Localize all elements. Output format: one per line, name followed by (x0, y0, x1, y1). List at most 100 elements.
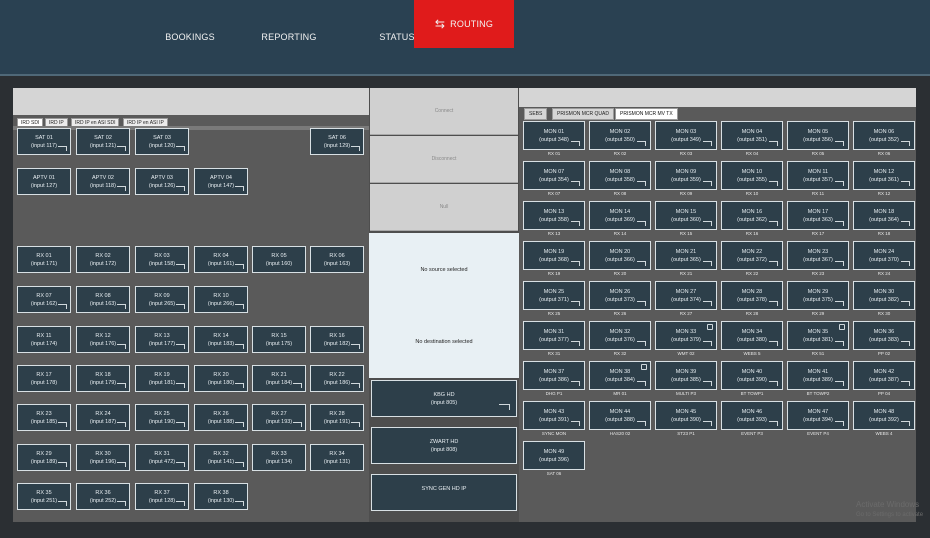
source-tile[interactable]: RX 18 (input 179) (76, 365, 130, 392)
source-tile[interactable]: APTV 03 (input 126) (135, 168, 189, 195)
disconnect-button[interactable]: Disconnect (370, 136, 518, 183)
source-tile[interactable]: RX 09 (input 265) (135, 286, 189, 313)
destination-tile[interactable]: MON 27 (output 374) (655, 281, 717, 310)
nav-bookings[interactable]: BOOKINGS (155, 0, 225, 74)
source-tile[interactable]: RX 05 (input 160) (252, 246, 306, 273)
destination-tile[interactable]: MON 48 (output 392) (853, 401, 915, 430)
destination-tile[interactable]: MON 23 (output 367) (787, 241, 849, 270)
source-tile[interactable]: RX 15 (input 175) (252, 326, 306, 353)
destination-tile[interactable]: MON 08 (output 358) (589, 161, 651, 190)
source-tile[interactable]: RX 07 (input 162) (17, 286, 71, 313)
source-tile[interactable]: RX 16 (input 182) (310, 326, 364, 353)
destination-tile[interactable]: MON 40 (output 390) (721, 361, 783, 390)
source-tile[interactable]: APTV 02 (input 118) (76, 168, 130, 195)
source-tile[interactable]: SAT 01 (input 117) (17, 128, 71, 155)
device-tile[interactable]: KBG HD (input 805) (371, 380, 517, 417)
destination-tile[interactable]: MON 01 (output 348) (523, 121, 585, 150)
source-tile[interactable]: RX 04 (input 161) (194, 246, 248, 273)
destination-tile[interactable]: MON 15 (output 360) (655, 201, 717, 230)
source-tile[interactable]: RX 38 (input 130) (194, 483, 248, 510)
destination-tile[interactable]: MON 31 (output 377) (523, 321, 585, 350)
destination-tile[interactable]: MON 47 (output 394) (787, 401, 849, 430)
destination-tile[interactable]: MON 21 (output 365) (655, 241, 717, 270)
destination-tile[interactable]: MON 13 (output 358) (523, 201, 585, 230)
source-category-strip[interactable] (13, 88, 369, 115)
destination-tile[interactable]: MON 03 (output 349) (655, 121, 717, 150)
source-tile[interactable]: RX 24 (input 187) (76, 404, 130, 431)
source-tile[interactable]: RX 29 (input 189) (17, 444, 71, 471)
source-tile[interactable]: RX 21 (input 184) (252, 365, 306, 392)
destination-tile[interactable]: MON 39 (output 385) (655, 361, 717, 390)
destination-tile[interactable]: MON 37 (output 386) (523, 361, 585, 390)
source-tile[interactable]: APTV 04 (input 147) (194, 168, 248, 195)
destination-tile[interactable]: MON 14 (output 369) (589, 201, 651, 230)
destination-tile[interactable]: MON 35 (output 381) (787, 321, 849, 350)
destination-tile[interactable]: MON 34 (output 380) (721, 321, 783, 350)
source-tile[interactable]: RX 17 (input 178) (17, 365, 71, 392)
destination-tile[interactable]: MON 36 (output 383) (853, 321, 915, 350)
connect-button[interactable]: Connect (370, 88, 518, 135)
source-tile[interactable]: SAT 02 (input 121) (76, 128, 130, 155)
source-tile[interactable]: RX 34 (input 131) (310, 444, 364, 471)
source-tile[interactable]: RX 27 (input 193) (252, 404, 306, 431)
source-tile[interactable]: RX 10 (input 266) (194, 286, 248, 313)
destination-tile[interactable]: MON 09 (output 359) (655, 161, 717, 190)
null-button[interactable]: Null (370, 184, 518, 231)
nav-reporting[interactable]: REPORTING (252, 0, 326, 74)
destination-tile[interactable]: MON 25 (output 371) (523, 281, 585, 310)
destination-tile[interactable]: MON 18 (output 364) (853, 201, 915, 230)
destination-tile[interactable]: MON 46 (output 393) (721, 401, 783, 430)
source-tile[interactable]: RX 11 (input 174) (17, 326, 71, 353)
nav-routing[interactable]: ⇆ ROUTING (414, 0, 514, 48)
source-tile[interactable]: RX 32 (input 141) (194, 444, 248, 471)
source-tile[interactable]: RX 14 (input 183) (194, 326, 248, 353)
destination-tile[interactable]: MON 28 (output 378) (721, 281, 783, 310)
destination-category-strip[interactable] (519, 88, 916, 107)
source-tile[interactable]: RX 23 (input 185) (17, 404, 71, 431)
source-tile[interactable]: RX 06 (input 163) (310, 246, 364, 273)
source-tile[interactable]: SAT 03 (input 120) (135, 128, 189, 155)
source-tile[interactable]: RX 19 (input 181) (135, 365, 189, 392)
destination-tile[interactable]: MON 06 (output 352) (853, 121, 915, 150)
source-tile[interactable]: RX 13 (input 177) (135, 326, 189, 353)
source-tile[interactable]: RX 02 (input 172) (76, 246, 130, 273)
tab-sebs[interactable]: SEBS (524, 108, 548, 120)
destination-tile[interactable]: MON 12 (output 361) (853, 161, 915, 190)
device-tile[interactable]: ZWART HD (input 808) (371, 427, 517, 464)
destination-tile[interactable]: MON 33 (output 379) (655, 321, 717, 350)
source-tile[interactable]: APTV 01 (input 127) (17, 168, 71, 195)
device-tile[interactable]: SYNC GEN HD IP (371, 474, 517, 511)
source-tile[interactable]: RX 36 (input 252) (76, 483, 130, 510)
destination-tile[interactable]: MON 42 (output 387) (853, 361, 915, 390)
destination-tile[interactable]: MON 45 (output 390) (655, 401, 717, 430)
destination-tile[interactable]: MON 19 (output 368) (523, 241, 585, 270)
destination-tile[interactable]: MON 44 (output 388) (589, 401, 651, 430)
destination-tile[interactable]: MON 49 (output 396) (523, 441, 585, 470)
source-tile[interactable]: RX 37 (input 128) (135, 483, 189, 510)
destination-tile[interactable]: MON 16 (output 362) (721, 201, 783, 230)
destination-tile[interactable]: MON 22 (output 372) (721, 241, 783, 270)
tab-prismon-mcr-mv-tx[interactable]: PRISMON MCR MV TX (615, 108, 678, 120)
destination-tile[interactable]: MON 32 (output 376) (589, 321, 651, 350)
destination-tile[interactable]: MON 38 (output 384) (589, 361, 651, 390)
source-tile[interactable]: RX 31 (input 472) (135, 444, 189, 471)
tab-prismon-mcr-quad[interactable]: PRISMON MCR QUAD (552, 108, 614, 120)
source-tile[interactable]: RX 20 (input 180) (194, 365, 248, 392)
destination-tile[interactable]: MON 05 (output 356) (787, 121, 849, 150)
destination-tile[interactable]: MON 04 (output 351) (721, 121, 783, 150)
source-tile[interactable]: RX 01 (input 171) (17, 246, 71, 273)
destination-tile[interactable]: MON 30 (output 382) (853, 281, 915, 310)
destination-tile[interactable]: MON 29 (output 375) (787, 281, 849, 310)
source-tile[interactable]: RX 25 (input 190) (135, 404, 189, 431)
source-tile[interactable]: RX 33 (input 134) (252, 444, 306, 471)
source-tile[interactable]: RX 12 (input 176) (76, 326, 130, 353)
destination-tile[interactable]: MON 43 (output 391) (523, 401, 585, 430)
source-tile[interactable]: RX 30 (input 196) (76, 444, 130, 471)
destination-tile[interactable]: MON 11 (output 357) (787, 161, 849, 190)
destination-tile[interactable]: MON 26 (output 373) (589, 281, 651, 310)
source-tile[interactable]: RX 35 (input 251) (17, 483, 71, 510)
source-tile[interactable]: SAT 06 (input 129) (310, 128, 364, 155)
source-tile[interactable]: RX 03 (input 158) (135, 246, 189, 273)
destination-tile[interactable]: MON 17 (output 363) (787, 201, 849, 230)
destination-tile[interactable]: MON 41 (output 389) (787, 361, 849, 390)
